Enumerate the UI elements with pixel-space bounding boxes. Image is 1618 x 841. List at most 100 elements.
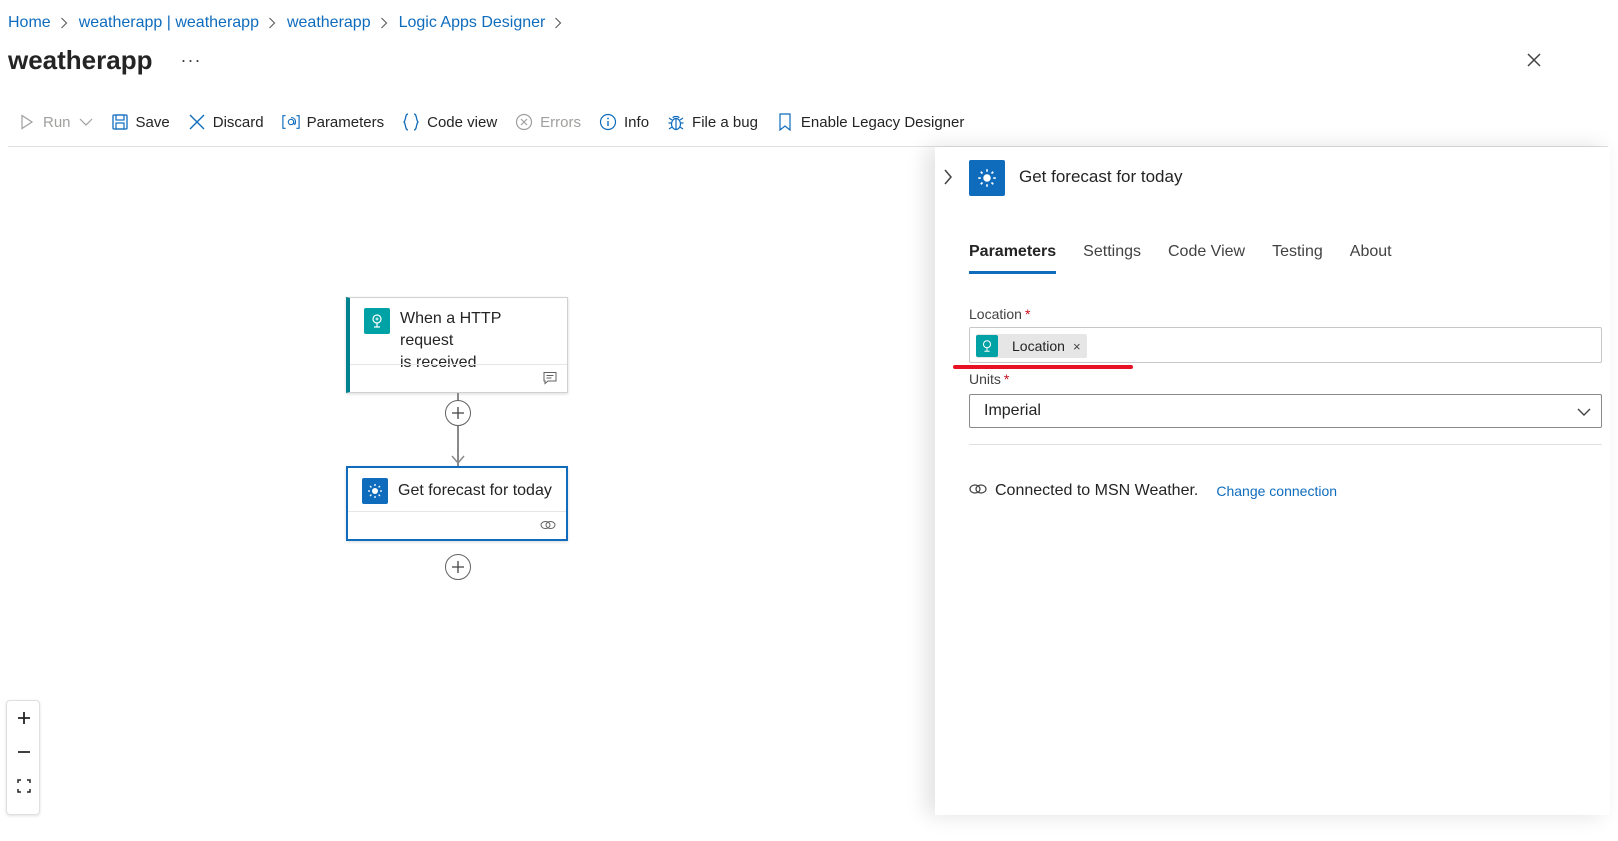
- info-icon: [599, 113, 617, 131]
- save-button[interactable]: Save: [111, 113, 170, 131]
- tab-about[interactable]: About: [1350, 243, 1392, 274]
- tab-parameters[interactable]: Parameters: [969, 243, 1057, 274]
- save-label: Save: [135, 113, 170, 131]
- chevron-right-icon: [380, 16, 390, 30]
- bug-icon: [667, 113, 685, 131]
- link-icon: [540, 518, 556, 536]
- code-braces-icon: [402, 113, 420, 131]
- action-title: Get forecast for today: [398, 482, 552, 499]
- location-token[interactable]: Location ×: [976, 334, 1087, 358]
- trigger-card-footer: [350, 364, 567, 392]
- errors-label: Errors: [540, 113, 582, 131]
- trigger-card[interactable]: When a HTTP request is received: [346, 297, 568, 393]
- breadcrumb-home[interactable]: Home: [8, 14, 51, 32]
- annotation-underline: [953, 365, 1133, 369]
- zoom-controls: [6, 700, 40, 815]
- units-label: Units *: [969, 371, 1009, 387]
- discard-label: Discard: [212, 113, 264, 131]
- trigger-card-header: When a HTTP request is received: [350, 298, 567, 374]
- action-card-header: Get forecast for today: [348, 468, 566, 504]
- file-bug-button[interactable]: File a bug: [667, 113, 758, 131]
- plus-circle-icon: [452, 561, 464, 573]
- trigger-title-line1: When a HTTP request: [400, 310, 502, 349]
- discard-button[interactable]: Discard: [188, 113, 264, 131]
- location-label: Location *: [969, 306, 1030, 322]
- units-selected-value: Imperial: [984, 402, 1041, 419]
- panel-divider: [969, 444, 1602, 445]
- close-button[interactable]: [1524, 50, 1544, 70]
- close-icon: [1527, 53, 1541, 67]
- designer-canvas[interactable]: When a HTTP request is received Get fore…: [0, 147, 935, 815]
- parameters-label: Parameters: [306, 113, 385, 131]
- request-icon: [364, 308, 390, 334]
- discard-icon: [188, 113, 206, 131]
- more-options-button[interactable]: ···: [181, 50, 202, 71]
- action-details-panel: Get forecast for today Parameters Settin…: [935, 147, 1610, 815]
- breadcrumb-designer[interactable]: Logic Apps Designer: [399, 14, 546, 32]
- chevron-down-icon: [79, 118, 93, 126]
- connection-row: Connected to MSN Weather. Change connect…: [969, 482, 1337, 500]
- info-button[interactable]: Info: [599, 113, 649, 131]
- connection-status-text: Connected to MSN Weather.: [995, 482, 1199, 499]
- run-button[interactable]: Run: [18, 113, 93, 131]
- insert-step-button[interactable]: [445, 400, 471, 426]
- chevron-right-icon: [554, 16, 564, 30]
- minimap-icon: [17, 813, 31, 815]
- error-circle-icon: [515, 113, 533, 131]
- info-label: Info: [624, 113, 650, 131]
- remove-token-button[interactable]: ×: [1073, 339, 1081, 354]
- plus-circle-icon: [452, 407, 464, 419]
- run-label: Run: [43, 113, 71, 131]
- action-card-footer: [348, 511, 566, 539]
- change-connection-link[interactable]: Change connection: [1216, 483, 1337, 499]
- designer-toolbar: Run Save Discard Parameters Code view Er…: [18, 110, 982, 134]
- breadcrumb-logic-app[interactable]: weatherapp: [287, 14, 371, 32]
- add-step-button[interactable]: [445, 554, 471, 580]
- save-icon: [111, 113, 129, 131]
- action-card-get-forecast[interactable]: Get forecast for today: [346, 466, 568, 541]
- panel-tabs: Parameters Settings Code View Testing Ab…: [969, 243, 1419, 274]
- parameters-icon: [281, 113, 300, 131]
- location-label-text: Location: [969, 306, 1022, 322]
- enable-legacy-label: Enable Legacy Designer: [800, 113, 965, 131]
- bookmark-icon: [776, 113, 794, 131]
- chevron-right-icon: [944, 169, 952, 185]
- page-title: weatherapp: [8, 44, 153, 75]
- zoom-in-icon: [18, 712, 30, 724]
- comment-icon[interactable]: [543, 371, 557, 390]
- file-bug-label: File a bug: [692, 113, 758, 131]
- units-label-text: Units: [969, 371, 1001, 387]
- zoom-out-icon: [18, 751, 30, 753]
- panel-title[interactable]: Get forecast for today: [1019, 167, 1182, 187]
- minimap-button[interactable]: [7, 803, 39, 815]
- code-view-button[interactable]: Code view: [402, 113, 497, 131]
- chevron-down-icon: [1577, 404, 1591, 422]
- link-icon: [969, 482, 987, 500]
- breadcrumb-resource-group[interactable]: weatherapp | weatherapp: [79, 14, 259, 32]
- request-icon: [976, 335, 998, 357]
- required-marker: *: [1024, 306, 1031, 322]
- play-icon: [18, 113, 36, 131]
- location-input[interactable]: Location ×: [969, 327, 1602, 363]
- fit-view-button[interactable]: [7, 769, 39, 803]
- tab-testing[interactable]: Testing: [1272, 243, 1323, 274]
- chevron-right-icon: [60, 16, 70, 30]
- location-token-text: Location: [1012, 338, 1065, 354]
- chevron-right-icon: [268, 16, 278, 30]
- tab-code-view[interactable]: Code View: [1168, 243, 1245, 274]
- zoom-in-button[interactable]: [7, 701, 39, 735]
- breadcrumb: Home weatherapp | weatherapp weatherapp …: [8, 12, 573, 34]
- tab-settings[interactable]: Settings: [1083, 243, 1141, 274]
- arrow-down-icon: [451, 455, 465, 465]
- weather-sun-icon: [969, 160, 1005, 196]
- errors-button[interactable]: Errors: [515, 113, 581, 131]
- zoom-out-button[interactable]: [7, 735, 39, 769]
- code-view-label: Code view: [427, 113, 498, 131]
- weather-sun-icon: [362, 478, 388, 504]
- collapse-panel-button[interactable]: [943, 169, 961, 187]
- enable-legacy-designer-button[interactable]: Enable Legacy Designer: [776, 113, 964, 131]
- required-marker: *: [1003, 371, 1010, 387]
- title-row: weatherapp ···: [8, 42, 201, 78]
- units-dropdown[interactable]: Imperial: [969, 394, 1602, 428]
- parameters-button[interactable]: Parameters: [281, 113, 385, 131]
